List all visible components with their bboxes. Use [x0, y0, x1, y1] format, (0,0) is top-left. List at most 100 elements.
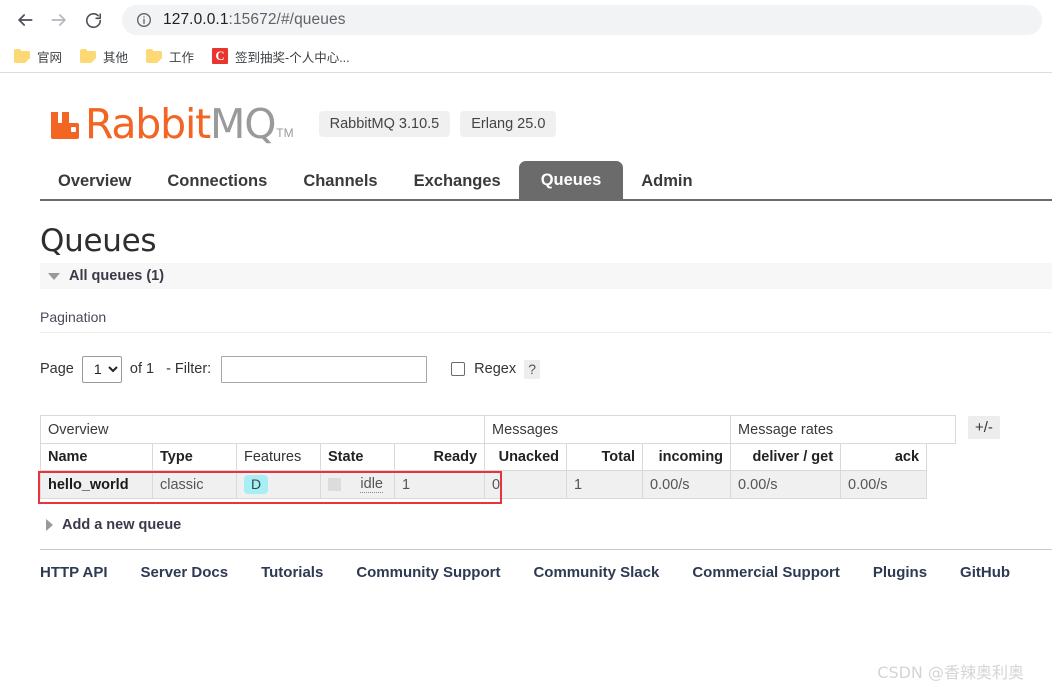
filter-input[interactable] — [221, 355, 428, 383]
pagination-controls: Page 1 of 1 - Filter: Regex ? — [40, 355, 1052, 383]
page-of-label: of 1 — [129, 361, 155, 377]
column-header-incoming[interactable]: incoming — [642, 443, 732, 471]
state-indicator-icon — [328, 478, 341, 491]
toggle-columns-button[interactable]: +/- — [968, 416, 1000, 439]
all-queues-section-header[interactable]: All queues (1) — [40, 263, 1052, 289]
rabbitmq-management-page: RabbitMQ TM RabbitMQ 3.10.5 Erlang 25.0 … — [0, 73, 1052, 693]
cell-rate-ack: 0.00/s — [840, 470, 928, 499]
logo-text: RabbitMQ — [85, 104, 276, 145]
table-header-row: Name Type Features State Ready Unacked T… — [40, 443, 956, 471]
footer-link-tutorials[interactable]: Tutorials — [261, 564, 323, 581]
main-navigation: Overview Connections Channels Exchanges … — [40, 161, 1052, 201]
column-header-unacked[interactable]: Unacked — [484, 443, 568, 471]
state-label: idle — [360, 476, 383, 493]
group-header-messages: Messages — [484, 415, 732, 444]
footer-link-server-docs[interactable]: Server Docs — [141, 564, 229, 581]
tab-exchanges[interactable]: Exchanges — [396, 164, 519, 199]
folder-icon — [14, 49, 30, 63]
cell-queue-name[interactable]: hello_world — [40, 470, 153, 499]
bookmark-label: 工作 — [169, 50, 195, 65]
rabbitmq-logo-icon — [48, 106, 82, 140]
browser-chrome: 127.0.0.1:15672/#/queues 官网 其他 工作 C 签到抽奖… — [0, 0, 1052, 73]
tab-channels[interactable]: Channels — [285, 164, 395, 199]
footer-link-github[interactable]: GitHub — [960, 564, 1010, 581]
durable-badge: D — [244, 475, 269, 494]
column-header-state[interactable]: State — [320, 443, 395, 471]
chevron-down-icon[interactable] — [48, 272, 60, 280]
table-group-header-row: Overview Messages Message rates — [39, 415, 956, 444]
tab-queues[interactable]: Queues — [518, 161, 624, 199]
logo-tm-mark: TM — [276, 126, 294, 140]
back-arrow-icon — [15, 10, 35, 30]
version-badges: RabbitMQ 3.10.5 Erlang 25.0 — [318, 111, 557, 137]
address-bar[interactable]: 127.0.0.1:15672/#/queues — [122, 5, 1042, 35]
state-wrapper: idle — [328, 476, 387, 493]
tab-connections[interactable]: Connections — [149, 164, 285, 199]
bookmark-label: 官网 — [37, 50, 63, 65]
column-header-features: Features — [236, 443, 321, 471]
queues-table-wrapper: Overview Messages Message rates Name Typ… — [38, 415, 1052, 504]
bookmark-item-1[interactable]: 其他 — [78, 43, 136, 69]
erlang-version-badge: Erlang 25.0 — [460, 111, 557, 137]
url-path: :15672/#/queues — [228, 11, 346, 28]
regex-checkbox[interactable] — [451, 362, 466, 376]
column-header-deliver-get[interactable]: deliver / get — [730, 443, 842, 471]
page-select[interactable]: 1 — [81, 355, 122, 383]
footer-link-commercial-support[interactable]: Commercial Support — [692, 564, 840, 581]
bookmark-label: 签到抽奖-个人中心... — [235, 50, 350, 65]
page-label: Page — [40, 361, 74, 377]
bookmark-item-2[interactable]: 工作 — [144, 43, 202, 69]
regex-label: Regex — [474, 361, 517, 377]
rabbitmq-logo[interactable]: RabbitMQ TM — [48, 104, 294, 145]
column-header-name[interactable]: Name — [40, 443, 153, 471]
cell-messages-ready: 1 — [393, 470, 486, 499]
bookmark-item-3[interactable]: C 签到抽奖-个人中心... — [210, 43, 358, 69]
add-queue-label: Add a new queue — [62, 517, 182, 533]
table-row[interactable]: hello_world classic D idle 1 0 1 0.00/s … — [40, 470, 956, 499]
bookmark-label: 其他 — [103, 50, 129, 65]
csdn-favicon: C — [212, 48, 229, 64]
folder-icon — [146, 49, 163, 63]
pagination-label: Pagination — [40, 309, 1052, 333]
group-header-message-rates: Message rates — [730, 415, 956, 444]
cell-queue-type: classic — [152, 470, 237, 499]
footer-link-community-slack[interactable]: Community Slack — [533, 564, 659, 581]
column-header-ready[interactable]: Ready — [393, 443, 486, 471]
column-header-total[interactable]: Total — [566, 443, 644, 471]
column-header-ack[interactable]: ack — [840, 443, 928, 471]
app-header: RabbitMQ TM RabbitMQ 3.10.5 Erlang 25.0 — [0, 73, 1052, 145]
page-title: Queues — [40, 223, 157, 259]
cell-queue-features: D — [236, 470, 321, 499]
reload-button[interactable] — [78, 5, 108, 35]
tab-admin[interactable]: Admin — [623, 164, 710, 199]
chevron-right-icon[interactable] — [46, 519, 53, 531]
csdn-watermark: CSDN @香辣奥利奥 — [877, 663, 1024, 682]
back-button[interactable] — [10, 5, 40, 35]
site-info-icon[interactable] — [136, 12, 152, 28]
footer-links: HTTP API Server Docs Tutorials Community… — [40, 549, 1052, 581]
help-icon[interactable]: ? — [524, 359, 541, 379]
pagination-block: Pagination Page 1 of 1 - Filter: Regex ? — [40, 309, 1052, 383]
forward-arrow-icon — [49, 10, 69, 30]
logo-mq-text: MQ — [210, 100, 276, 148]
queues-table: Overview Messages Message rates Name Typ… — [39, 415, 956, 499]
cell-rate-deliver-get: 0.00/s — [730, 470, 842, 499]
browser-toolbar: 127.0.0.1:15672/#/queues — [0, 0, 1052, 40]
folder-icon — [80, 49, 97, 63]
add-queue-section[interactable]: Add a new queue — [46, 517, 1052, 533]
column-header-type[interactable]: Type — [152, 443, 237, 471]
cell-messages-unacked: 0 — [484, 470, 568, 499]
filter-label: - Filter: — [166, 361, 212, 377]
footer-link-plugins[interactable]: Plugins — [873, 564, 927, 581]
footer-link-community-support[interactable]: Community Support — [356, 564, 500, 581]
bookmark-item-0[interactable]: 官网 — [12, 43, 70, 69]
footer-link-http-api[interactable]: HTTP API — [40, 564, 108, 581]
forward-button[interactable] — [44, 5, 74, 35]
all-queues-label: All queues (1) — [69, 268, 165, 284]
cell-rate-incoming: 0.00/s — [642, 470, 732, 499]
url-host: 127.0.0.1 — [163, 11, 229, 28]
url-text: 127.0.0.1:15672/#/queues — [163, 11, 346, 29]
group-header-overview: Overview — [39, 415, 486, 444]
tab-overview[interactable]: Overview — [40, 164, 149, 199]
regex-control: Regex ? — [451, 359, 541, 379]
